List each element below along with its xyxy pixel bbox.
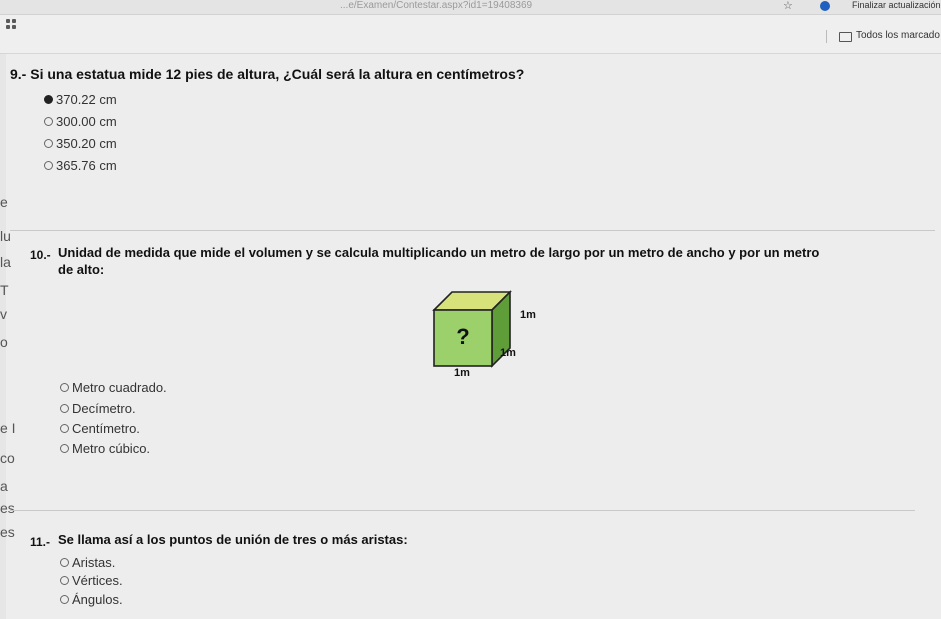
radio-icon[interactable] <box>60 595 69 604</box>
folder-icon[interactable] <box>839 32 852 42</box>
option-label: 365.76 cm <box>56 158 117 173</box>
option-label: Metro cúbico. <box>72 441 151 456</box>
option-label: Vértices. <box>72 573 123 588</box>
cube-label-side: 1m <box>500 347 516 359</box>
q9-option-1[interactable]: 370.22 cm <box>44 92 117 107</box>
option-label: Metro cuadrado. <box>72 380 167 395</box>
cutoff-text: e <box>0 194 8 210</box>
option-label: 370.22 cm <box>56 92 117 107</box>
divider <box>10 230 935 231</box>
cube-label-bottom: 1m <box>454 367 470 379</box>
cube-figure: ? 1m 1m 1m <box>432 290 536 379</box>
cutoff-text: v <box>0 306 7 322</box>
apps-grid-icon[interactable] <box>6 19 16 29</box>
cutoff-text: a <box>0 478 8 494</box>
q11-option-2[interactable]: Vértices. <box>60 573 123 588</box>
option-label: Aristas. <box>72 555 116 570</box>
all-bookmarks-link[interactable]: Todos los marcado <box>856 30 940 41</box>
radio-checked-icon[interactable] <box>44 95 53 104</box>
update-button[interactable]: Finalizar actualización <box>852 0 941 10</box>
q9-option-3[interactable]: 350.20 cm <box>44 136 117 151</box>
profile-avatar[interactable] <box>820 1 830 11</box>
cutoff-text: T <box>0 282 9 298</box>
question-text: Si una estatua mide 12 pies de altura, ¿… <box>30 66 525 82</box>
option-label: Decímetro. <box>72 401 136 416</box>
q11-option-1[interactable]: Aristas. <box>60 555 115 570</box>
question-11-text: Se llama así a los puntos de unión de tr… <box>58 532 408 547</box>
radio-icon[interactable] <box>60 576 69 585</box>
cutoff-text: o <box>0 334 8 350</box>
option-label: Ángulos. <box>72 592 123 607</box>
bookmarks-bar: Todos los marcado <box>0 15 941 54</box>
cutoff-text: es <box>0 524 15 540</box>
address-bar-url[interactable]: ...e/Examen/Contestar.aspx?id1=19408369 <box>340 0 532 11</box>
question-number: 9.- <box>10 66 27 82</box>
cutoff-text: la <box>0 254 11 270</box>
q9-option-4[interactable]: 365.76 cm <box>44 158 117 173</box>
cutoff-text: e I <box>0 420 16 436</box>
cutoff-text: co <box>0 450 15 466</box>
radio-icon[interactable] <box>60 558 69 567</box>
divider <box>10 510 915 511</box>
radio-icon[interactable] <box>60 444 69 453</box>
radio-icon[interactable] <box>44 117 53 126</box>
question-10-text: Unidad de medida que mide el volumen y s… <box>58 245 820 260</box>
bookmark-star-icon[interactable]: ☆ <box>783 0 793 12</box>
radio-icon[interactable] <box>44 161 53 170</box>
cube-label-top: 1m <box>520 309 536 321</box>
option-label: 350.20 cm <box>56 136 117 151</box>
q10-option-1[interactable]: Metro cuadrado. <box>60 380 167 395</box>
question-number: 11.- <box>30 535 51 549</box>
cube-question-mark: ? <box>456 324 469 349</box>
bookmarks-divider <box>826 30 827 43</box>
option-label: Centímetro. <box>72 421 140 436</box>
browser-top-bar: ...e/Examen/Contestar.aspx?id1=19408369 … <box>0 0 941 15</box>
q11-option-3[interactable]: Ángulos. <box>60 592 123 607</box>
q9-option-2[interactable]: 300.00 cm <box>44 114 117 129</box>
option-label: 300.00 cm <box>56 114 117 129</box>
question-9-title: 9.- Si una estatua mide 12 pies de altur… <box>10 66 524 82</box>
radio-icon[interactable] <box>60 383 69 392</box>
question-10-text-cont: de alto: <box>58 262 105 277</box>
question-number: 10.- <box>30 248 51 262</box>
q10-option-2[interactable]: Decímetro. <box>60 401 136 416</box>
q10-option-4[interactable]: Metro cúbico. <box>60 441 150 456</box>
cutoff-text: es <box>0 500 15 516</box>
radio-icon[interactable] <box>44 139 53 148</box>
radio-icon[interactable] <box>60 424 69 433</box>
q10-option-3[interactable]: Centímetro. <box>60 421 140 436</box>
radio-icon[interactable] <box>60 404 69 413</box>
